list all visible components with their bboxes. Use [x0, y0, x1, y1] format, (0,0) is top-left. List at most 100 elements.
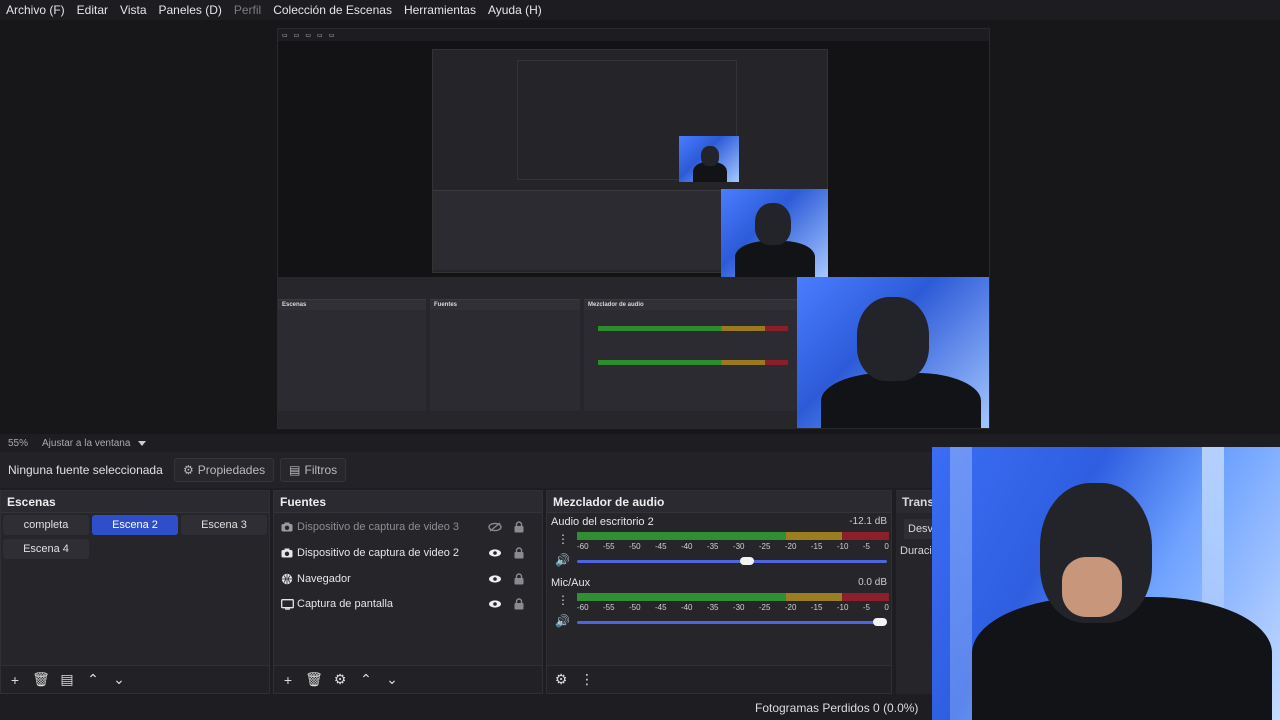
eye-icon[interactable] [488, 548, 502, 558]
scenes-dock: Escenas completa Escena 2 Escena 3 Escen… [0, 490, 270, 694]
move-down-button[interactable]: ⌄ [382, 670, 402, 690]
remove-scene-button[interactable]: 🗑 [31, 670, 51, 690]
nested-preview [278, 41, 989, 277]
filter-icon: ▤ [289, 463, 301, 477]
source-properties-button[interactable]: ⚙ [330, 670, 350, 690]
kebab-menu-icon[interactable]: ⋮ [557, 532, 569, 546]
move-up-button[interactable]: ⌃ [83, 670, 103, 690]
sources-dock: Fuentes Dispositivo de captura de video … [273, 490, 543, 694]
kebab-menu-icon[interactable]: ⋮ [557, 593, 569, 607]
properties-button[interactable]: ⚙ Propiedades [174, 458, 275, 482]
audio-mixer-dock: Mezclador de audio Audio del escritorio … [546, 490, 892, 694]
mixer-toolbar: ⚙ ⋮ [547, 665, 891, 693]
menu-editar[interactable]: Editar [71, 3, 114, 17]
gear-icon: ⚙ [183, 463, 194, 477]
scene-escena-4[interactable]: Escena 4 [3, 539, 89, 559]
mixer-track-mic-aux: Mic/Aux 0.0 dB ⋮ -60 -55 -50 -45 -40 -35 -30 -2… [551, 577, 891, 635]
sources-title: Fuentes [274, 491, 542, 513]
eye-hidden-icon[interactable] [488, 522, 502, 532]
lock-icon[interactable] [514, 521, 524, 533]
transitions-dock: Trans Desv Duració [896, 490, 936, 694]
volume-slider[interactable] [577, 560, 887, 563]
mixer-title: Mezclador de audio [547, 491, 891, 513]
source-toolbar: Ninguna fuente seleccionada ⚙ Propiedade… [0, 452, 932, 488]
duration-label: Duració [900, 545, 936, 557]
chevron-down-icon[interactable] [138, 440, 147, 446]
scene-escena-3[interactable]: Escena 3 [181, 515, 267, 535]
scene-completa[interactable]: completa [3, 515, 89, 535]
move-down-button[interactable]: ⌄ [109, 670, 129, 690]
menu-perfil[interactable]: Perfil [228, 3, 267, 17]
mixer-menu-button[interactable]: ⋮ [577, 670, 597, 690]
lock-icon[interactable] [514, 547, 524, 559]
sources-toolbar: + 🗑 ⚙ ⌃ ⌄ [274, 665, 542, 693]
speaker-icon[interactable]: 🔊 [555, 614, 570, 628]
menu-paneles[interactable]: Paneles (D) [153, 3, 228, 17]
eye-icon[interactable] [488, 599, 502, 609]
filters-label: Filtros [304, 463, 338, 477]
add-scene-button[interactable]: + [5, 670, 25, 690]
fit-window-dropdown[interactable]: Ajustar a la ventana [42, 438, 130, 449]
nested-webcam-medium [721, 189, 828, 277]
webcam-overlay [932, 447, 1280, 720]
menu-bar: Archivo (F) Editar Vista Paneles (D) Per… [0, 0, 1280, 20]
properties-label: Propiedades [197, 463, 266, 477]
camera-icon [280, 521, 294, 533]
preview-area[interactable]: ▭ ▭ ▭ ▭ ▭ Escenas Fuentes Mezclador de audio [0, 20, 1280, 434]
remove-source-button[interactable]: 🗑 [304, 670, 324, 690]
source-item-capture-3[interactable]: Dispositivo de captura de video 3 [280, 516, 536, 538]
source-label: Captura de pantalla [297, 598, 394, 610]
transitions-title: Trans [896, 491, 936, 513]
volume-slider[interactable] [577, 621, 887, 624]
scenes-toolbar: + 🗑 ▤ ⌃ ⌄ [1, 665, 269, 693]
program-canvas[interactable]: ▭ ▭ ▭ ▭ ▭ Escenas Fuentes Mezclador de audio [277, 28, 990, 429]
eye-icon[interactable] [488, 574, 502, 584]
menu-coleccion-escenas[interactable]: Colección de Escenas [267, 3, 398, 17]
globe-icon [280, 573, 294, 585]
menu-vista[interactable]: Vista [114, 3, 152, 17]
monitor-icon [280, 598, 294, 610]
person-silhouette [932, 447, 1280, 720]
source-item-captura-pantalla[interactable]: Captura de pantalla [280, 593, 536, 615]
menu-herramientas[interactable]: Herramientas [398, 3, 482, 17]
scene-filters-button[interactable]: ▤ [57, 670, 77, 690]
advanced-audio-button[interactable]: ⚙ [551, 670, 571, 690]
zoom-level: 55% [8, 437, 29, 449]
track-db: -12.1 dB [849, 516, 887, 527]
lock-icon[interactable] [514, 573, 524, 585]
track-name: Audio del escritorio 2 [551, 516, 654, 528]
volume-meter [577, 532, 889, 540]
source-label: Navegador [297, 573, 351, 585]
scenes-title: Escenas [1, 491, 269, 513]
scene-escena-2[interactable]: Escena 2 [92, 515, 178, 535]
volume-slider-handle[interactable] [873, 618, 887, 626]
source-item-capture-2[interactable]: Dispositivo de captura de video 2 [280, 542, 536, 564]
track-db: 0.0 dB [858, 577, 887, 588]
volume-meter [577, 593, 889, 601]
menu-ayuda[interactable]: Ayuda (H) [482, 3, 548, 17]
nested-webcam-small [679, 136, 739, 182]
nested-menu-bar: ▭ ▭ ▭ ▭ ▭ [278, 29, 989, 41]
menu-archivo[interactable]: Archivo (F) [0, 3, 71, 17]
lock-icon[interactable] [514, 598, 524, 610]
camera-icon [280, 547, 294, 559]
source-label: Dispositivo de captura de video 3 [297, 521, 460, 533]
add-source-button[interactable]: + [278, 670, 298, 690]
nested-mixer: Mezclador de audio [584, 299, 798, 411]
nested-docks-large: Escenas Fuentes Mezclador de audio [278, 277, 798, 428]
move-up-button[interactable]: ⌃ [356, 670, 376, 690]
no-source-selected-label: Ninguna fuente seleccionada [8, 463, 163, 477]
volume-slider-handle[interactable] [739, 557, 754, 565]
speaker-icon[interactable]: 🔊 [555, 553, 570, 567]
source-item-navegador[interactable]: Navegador [280, 568, 536, 590]
filters-button[interactable]: ▤ Filtros [280, 458, 347, 482]
track-name: Mic/Aux [551, 577, 591, 589]
source-label: Dispositivo de captura de video 2 [297, 547, 460, 559]
dropped-frames-label: Fotogramas Perdidos 0 (0.0%) [755, 701, 919, 715]
nested-scenes: Escenas [278, 299, 426, 411]
nested-docks [433, 190, 733, 270]
nested-webcam-large [797, 277, 989, 428]
meter-scale: -60 -55 -50 -45 -40 -35 -30 -25 -20 -15 -10 -5 0 [577, 542, 889, 551]
nested-sources: Fuentes [430, 299, 580, 411]
mixer-track-desktop-audio: Audio del escritorio 2 -12.1 dB ⋮ -60 -55… [551, 516, 891, 574]
